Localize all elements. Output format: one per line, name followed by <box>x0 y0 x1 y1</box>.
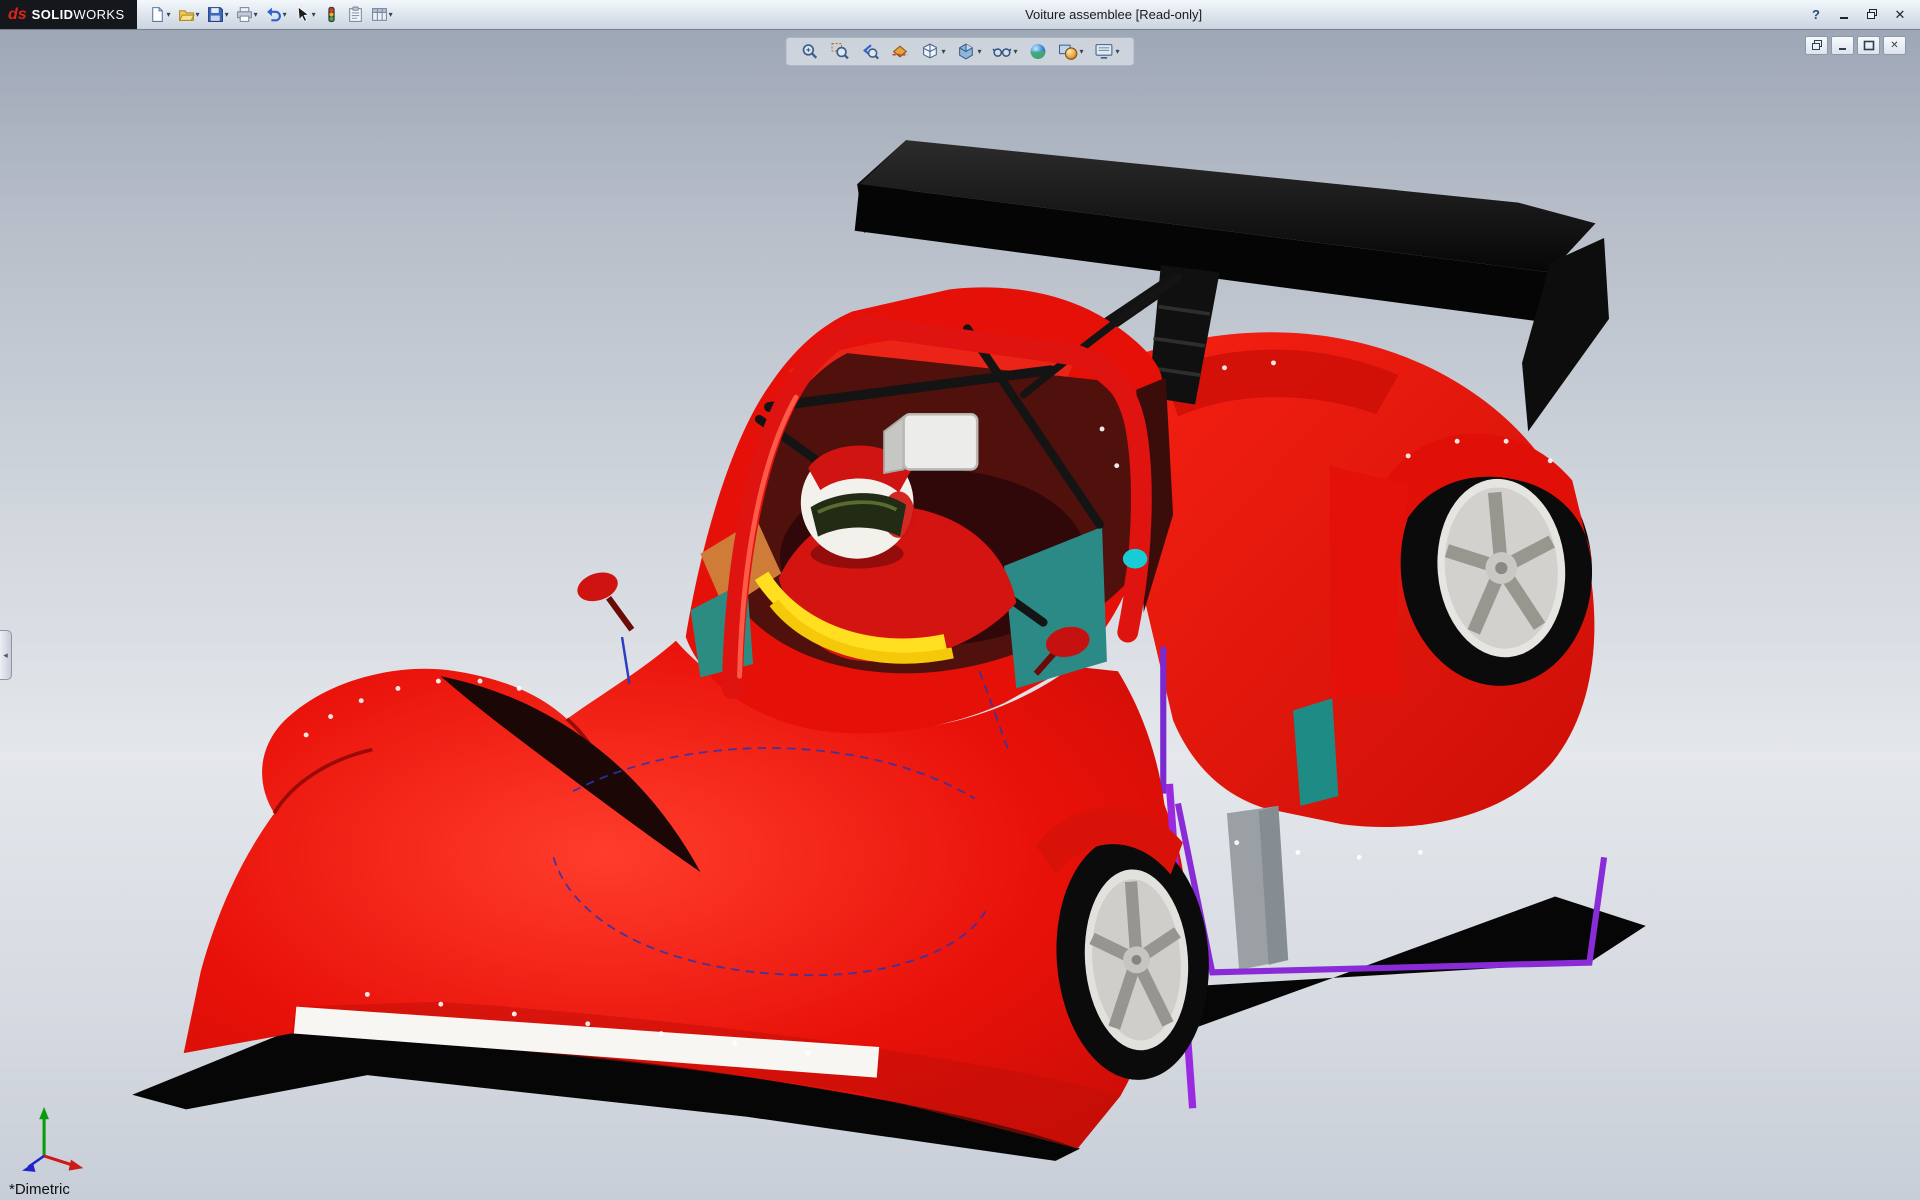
solidworks-logo: ds SOLIDWORKS <box>0 0 137 29</box>
open-folder-icon <box>178 6 195 23</box>
side-window-teal[interactable] <box>1293 698 1338 806</box>
print-icon <box>236 6 253 23</box>
help-button[interactable]: ? <box>1808 7 1824 22</box>
collapse-arrow-icon: ◂ <box>3 650 8 661</box>
view-orientation-button[interactable]: ▾ <box>918 41 947 62</box>
view-orientation-label: *Dimetric <box>9 1181 70 1198</box>
undo-arrow-icon <box>265 6 282 23</box>
dropdown-caret[interactable]: ▾ <box>196 11 200 19</box>
feature-panel-handle[interactable]: ◂ <box>0 630 12 680</box>
save-disk-icon <box>207 6 224 23</box>
open-button[interactable]: ▾ <box>176 5 202 24</box>
zoom-to-fit-icon <box>800 42 819 61</box>
print-button[interactable]: ▾ <box>234 5 260 24</box>
apply-scene-icon <box>1059 42 1078 61</box>
sketch-pin <box>622 637 629 684</box>
restore-button[interactable] <box>1864 8 1880 21</box>
dropdown-caret[interactable]: ▾ <box>167 11 171 19</box>
zoom-to-area-icon <box>830 42 849 61</box>
file-properties-button[interactable] <box>345 5 366 24</box>
doc-minimize-icon <box>1837 40 1849 51</box>
solidworks-logo-text: SOLIDWORKS <box>32 7 125 22</box>
previous-view-icon <box>860 42 879 61</box>
section-view-button[interactable] <box>888 41 911 62</box>
minimize-button[interactable] <box>1836 8 1852 21</box>
doc-restore-button[interactable] <box>1805 36 1828 55</box>
display-style-cube-icon <box>956 42 975 61</box>
heads-up-toolbar: ▾ ▾ ▾ ▾ ▾ <box>785 37 1134 66</box>
doc-maximize-button[interactable] <box>1857 36 1880 55</box>
dropdown-caret[interactable]: ▾ <box>941 48 945 56</box>
file-properties-icon <box>347 6 364 23</box>
model-scene[interactable] <box>0 30 1920 1200</box>
view-settings-button[interactable]: ▾ <box>1093 41 1122 62</box>
dropdown-caret[interactable]: ▾ <box>312 11 316 19</box>
brand-bold: SOLID <box>32 7 74 22</box>
document-window-controls: ✕ <box>1805 36 1906 55</box>
doc-close-button[interactable]: ✕ <box>1883 36 1906 55</box>
section-view-icon <box>890 42 909 61</box>
orientation-triad <box>22 1107 83 1172</box>
window-controls: ? ✕ <box>1808 7 1920 23</box>
dropdown-caret[interactable]: ▾ <box>1013 48 1017 56</box>
solidworks-logo-icon: ds <box>8 7 27 23</box>
doc-minimize-button[interactable] <box>1831 36 1854 55</box>
restore-icon <box>1865 8 1879 21</box>
dropdown-caret[interactable]: ▾ <box>254 11 258 19</box>
options-button[interactable]: ▾ <box>369 5 395 24</box>
main-toolbar: ▾ ▾ ▾ ▾ ▾ ▾ <box>137 5 405 24</box>
appearance-ball-icon <box>1029 42 1048 61</box>
rebuild-traffic-light-icon <box>323 6 340 23</box>
select-button[interactable]: ▾ <box>292 5 318 24</box>
cyan-detail <box>1123 549 1147 569</box>
hide-show-items-button[interactable]: ▾ <box>990 41 1019 62</box>
new-document-icon <box>149 6 166 23</box>
zoom-to-fit-button[interactable] <box>798 41 821 62</box>
undo-button[interactable]: ▾ <box>263 5 289 24</box>
hide-show-glasses-icon <box>992 42 1011 61</box>
dropdown-caret[interactable]: ▾ <box>283 11 287 19</box>
options-table-icon <box>371 6 388 23</box>
titlebar: ds SOLIDWORKS ▾ ▾ ▾ ▾ ▾ <box>0 0 1920 30</box>
new-document-button[interactable]: ▾ <box>147 5 173 24</box>
minimize-icon <box>1837 8 1851 21</box>
doc-restore-icon <box>1811 40 1823 51</box>
select-cursor-icon <box>294 6 311 23</box>
display-style-button[interactable]: ▾ <box>954 41 983 62</box>
dropdown-caret[interactable]: ▾ <box>1116 48 1120 56</box>
graphics-viewport[interactable]: ▾ ▾ ▾ ▾ ▾ <box>0 30 1920 1200</box>
dropdown-caret[interactable]: ▾ <box>1080 48 1084 56</box>
previous-view-button[interactable] <box>858 41 881 62</box>
save-button[interactable]: ▾ <box>205 5 231 24</box>
window-title: Voiture assemblee [Read-only] <box>1025 7 1202 22</box>
dropdown-caret[interactable]: ▾ <box>389 11 393 19</box>
close-button[interactable]: ✕ <box>1892 7 1908 23</box>
brand-light: WORKS <box>73 7 124 22</box>
view-settings-icon <box>1095 42 1114 61</box>
apply-scene-button[interactable]: ▾ <box>1057 41 1086 62</box>
solidworks-window: ds SOLIDWORKS ▾ ▾ ▾ ▾ ▾ <box>0 0 1920 1200</box>
dropdown-caret[interactable]: ▾ <box>225 11 229 19</box>
left-mirror[interactable] <box>574 568 632 630</box>
view-orientation-cube-icon <box>920 42 939 61</box>
camera-box[interactable] <box>884 414 977 473</box>
zoom-to-area-button[interactable] <box>828 41 851 62</box>
doc-maximize-icon <box>1863 40 1875 51</box>
edit-appearance-button[interactable] <box>1027 41 1050 62</box>
rebuild-button[interactable] <box>321 5 342 24</box>
dropdown-caret[interactable]: ▾ <box>977 48 981 56</box>
